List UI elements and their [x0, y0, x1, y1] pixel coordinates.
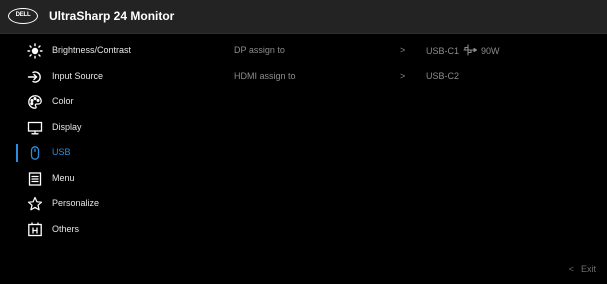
title-bar: DELL UltraSharp 24 Monitor: [0, 0, 607, 33]
menu-item-label: Personalize: [52, 198, 100, 208]
menu-item-label: Menu: [52, 172, 75, 183]
color-palette-icon: [27, 94, 43, 110]
menu-item-usb[interactable]: USB: [0, 140, 210, 166]
menu-item-others[interactable]: Others: [0, 217, 210, 243]
menu-item-label: Color: [52, 96, 74, 106]
input-source-icon: [27, 69, 43, 85]
chevron-left-icon: <: [568, 264, 574, 274]
menu-item-color[interactable]: Color: [0, 89, 210, 115]
dp-assign-power-text: 90W: [481, 45, 500, 56]
menu-item-label: Input Source: [52, 70, 104, 81]
usb-power-icon: [462, 44, 478, 59]
option-hdmi-assign-label[interactable]: HDMI assign to: [234, 70, 296, 82]
header-divider: [0, 33, 607, 34]
star-icon: [27, 196, 43, 212]
exit-button[interactable]: < Exit: [569, 263, 596, 275]
option-dp-assign-value[interactable]: USB-C1 90W: [426, 44, 500, 59]
menu-icon: [27, 171, 43, 187]
menu-item-label: Display: [52, 121, 82, 132]
display-icon: [27, 120, 43, 136]
active-indicator: [16, 144, 18, 162]
menu-item-display[interactable]: Display: [0, 115, 210, 141]
menu-item-label: Brightness/Contrast: [52, 45, 132, 55]
chevron-right-icon[interactable]: >: [400, 70, 405, 82]
exit-label: Exit: [580, 264, 596, 274]
dell-logo: DELL: [8, 8, 38, 24]
dp-assign-value-text: USB-C1: [426, 45, 460, 56]
main-menu: Brightness/Contrast Input Source Color D…: [0, 38, 210, 242]
chevron-right-icon[interactable]: >: [400, 44, 405, 56]
menu-item-label: USB: [52, 147, 71, 157]
brightness-icon: [27, 43, 43, 59]
menu-item-brightness-contrast[interactable]: Brightness/Contrast: [0, 38, 210, 64]
menu-item-label: Others: [52, 223, 80, 234]
menu-item-personalize[interactable]: Personalize: [0, 191, 210, 217]
monitor-title: UltraSharp 24 Monitor: [49, 9, 175, 23]
menu-item-input-source[interactable]: Input Source: [0, 64, 210, 90]
option-hdmi-assign-value[interactable]: USB-C2: [426, 70, 459, 82]
menu-item-menu[interactable]: Menu: [0, 166, 210, 192]
mouse-icon: [27, 145, 43, 161]
option-dp-assign-label[interactable]: DP assign to: [234, 44, 285, 56]
others-icon: [27, 221, 43, 238]
